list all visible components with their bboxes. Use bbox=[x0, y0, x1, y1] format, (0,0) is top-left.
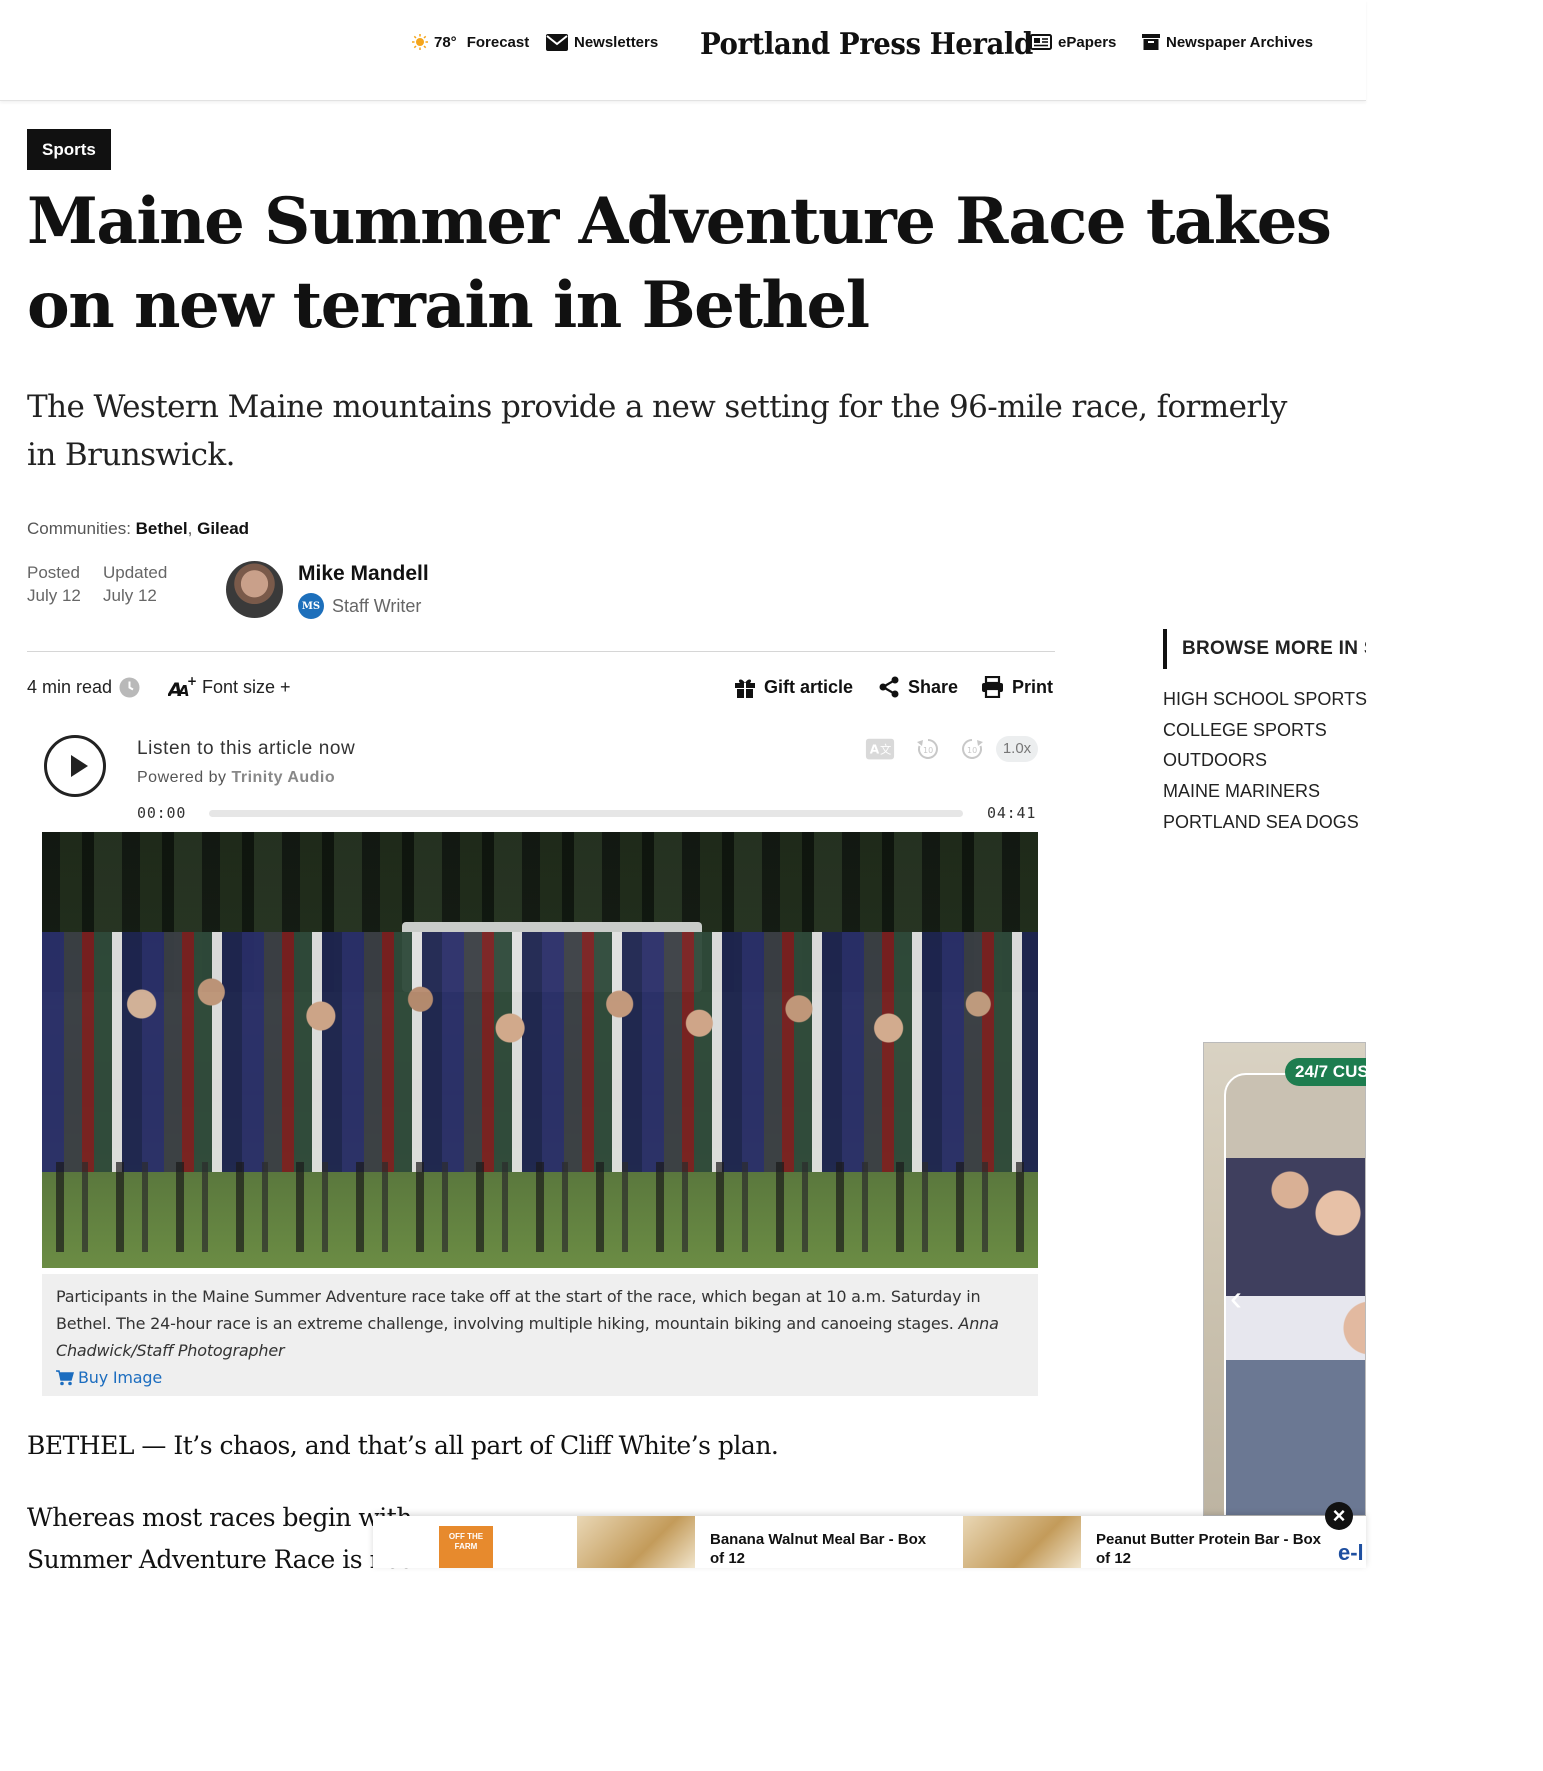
audio-current-time: 00:00 bbox=[137, 804, 187, 822]
newsletters-label: Newsletters bbox=[574, 33, 659, 51]
font-size-icon: A A + bbox=[168, 675, 196, 699]
gift-article-label: Gift article bbox=[764, 676, 854, 697]
author-role-label: Staff Writer bbox=[332, 595, 422, 616]
envelope-icon bbox=[546, 33, 568, 51]
audio-powered-by: Powered by Trinity Audio bbox=[137, 769, 335, 787]
forward-10-icon[interactable]: 10 bbox=[957, 736, 987, 762]
browse-item-outdoors[interactable]: OUTDOORS bbox=[1163, 748, 1367, 779]
translate-icon[interactable]: A文 bbox=[865, 736, 895, 762]
article-dek: The Western Maine mountains provide a ne… bbox=[27, 389, 1287, 473]
gift-article-button[interactable]: Gift article bbox=[734, 674, 853, 700]
community-link-gilead[interactable]: Gilead bbox=[197, 519, 249, 538]
svg-text:+: + bbox=[187, 675, 196, 688]
photo-caption: Participants in the Maine Summer Adventu… bbox=[42, 1274, 1038, 1396]
svg-text:10: 10 bbox=[923, 746, 933, 755]
side-advertisement[interactable] bbox=[1203, 1042, 1366, 1516]
sun-icon bbox=[412, 34, 428, 50]
newsletters-link[interactable]: Newsletters bbox=[546, 30, 658, 54]
bottom-advertisement[interactable]: OFF THE FARM Banana Walnut Meal Bar - Bo… bbox=[373, 1516, 1366, 1568]
buy-image-label: Buy Image bbox=[78, 1368, 162, 1387]
community-link-bethel[interactable]: Bethel bbox=[136, 519, 188, 538]
browse-item-high-school-sports[interactable]: HIGH SCHOOL SPORTS bbox=[1163, 687, 1367, 718]
ad-product-image[interactable] bbox=[577, 1516, 695, 1568]
article-headline: Maine Summer Adventure Race takes on new… bbox=[27, 184, 1332, 343]
clock-icon bbox=[119, 677, 140, 698]
author-name[interactable]: Mike Mandell bbox=[298, 562, 429, 586]
updated-date-block: Updated July 12 bbox=[103, 561, 167, 607]
weather-forecast-link[interactable]: 78° Forecast bbox=[412, 30, 529, 54]
svg-text:10: 10 bbox=[967, 746, 977, 755]
rewind-10-icon[interactable]: 10 bbox=[913, 736, 943, 762]
communities-label: Communities: bbox=[27, 519, 131, 538]
ad-product-image[interactable] bbox=[963, 1516, 1081, 1568]
posted-label: Posted bbox=[27, 563, 80, 582]
posted-date: July 12 bbox=[27, 586, 81, 605]
caption-text: Participants in the Maine Summer Adventu… bbox=[56, 1287, 981, 1333]
read-time-label: 4 min read bbox=[27, 676, 113, 697]
newspaper-archives-link[interactable]: Newspaper Archives bbox=[1142, 30, 1313, 54]
powered-brand[interactable]: Trinity Audio bbox=[231, 769, 335, 786]
print-button[interactable]: Print bbox=[981, 674, 1053, 700]
browse-item-portland-sea-dogs[interactable]: PORTLAND SEA DOGS bbox=[1163, 810, 1367, 841]
author-avatar[interactable] bbox=[226, 561, 283, 618]
audio-listen-label: Listen to this article now bbox=[137, 738, 356, 759]
masthead-logo[interactable]: Portland Press Herald bbox=[700, 22, 1033, 68]
svg-text:A: A bbox=[870, 743, 880, 757]
epapers-label: ePapers bbox=[1058, 33, 1117, 51]
ad-close-icon[interactable]: × bbox=[1325, 1502, 1353, 1530]
ad-product-title[interactable]: Peanut Butter Protein Bar - Box of 12 bbox=[1096, 1530, 1326, 1568]
posted-date-block: Posted July 12 bbox=[27, 561, 81, 607]
audio-play-button[interactable] bbox=[44, 735, 106, 797]
author-role: MS Staff Writer bbox=[298, 593, 421, 619]
audio-duration: 04:41 bbox=[987, 804, 1037, 822]
forecast-label: Forecast bbox=[466, 33, 530, 51]
updated-label: Updated bbox=[103, 563, 168, 582]
article-paragraph: BETHEL — It’s chaos, and that’s all part… bbox=[27, 1431, 779, 1460]
print-label: Print bbox=[1012, 676, 1054, 697]
ad-brand-logo: OFF THE FARM bbox=[439, 1526, 493, 1568]
browse-item-maine-mariners[interactable]: MAINE MARINERS bbox=[1163, 779, 1367, 810]
browse-item-college-sports[interactable]: COLLEGE SPORTS bbox=[1163, 718, 1367, 749]
ad-badge: 24/7 CUSTOMER bbox=[1285, 1058, 1366, 1086]
weather-temp: 78° bbox=[434, 33, 457, 51]
playback-speed-button[interactable]: 1.0x bbox=[996, 736, 1038, 762]
shopping-cart-icon bbox=[56, 1369, 74, 1386]
font-size-label: Font size + bbox=[202, 676, 291, 697]
updated-date: July 12 bbox=[103, 586, 157, 605]
newspaper-icon bbox=[1030, 34, 1052, 50]
lead-photo[interactable] bbox=[42, 832, 1038, 1268]
ad-prev-arrow-icon[interactable]: ‹ bbox=[1230, 1280, 1252, 1316]
ad-product-title[interactable]: Banana Walnut Meal Bar - Box of 12 bbox=[710, 1530, 940, 1568]
epapers-link[interactable]: ePapers bbox=[1030, 30, 1116, 54]
font-size-button[interactable]: A A + Font size + bbox=[168, 674, 291, 700]
staff-badge-icon: MS bbox=[298, 593, 324, 619]
buy-image-link[interactable]: Buy Image bbox=[56, 1364, 1024, 1391]
site-header: 78° Forecast Newsletters Portland Press … bbox=[0, 0, 1366, 101]
browse-more-heading: BROWSE MORE IN SPORTS bbox=[1163, 629, 1366, 669]
share-button[interactable]: Share bbox=[878, 674, 958, 700]
communities-line: Communities: Bethel, Gilead bbox=[27, 519, 250, 538]
gift-icon bbox=[734, 676, 756, 698]
byline-divider bbox=[27, 651, 1055, 652]
section-tag-sports[interactable]: Sports bbox=[27, 129, 111, 170]
printer-icon bbox=[981, 676, 1004, 698]
share-label: Share bbox=[908, 676, 959, 697]
read-time: 4 min read bbox=[27, 674, 140, 700]
powered-prefix: Powered by bbox=[137, 769, 227, 786]
share-icon bbox=[878, 676, 900, 698]
svg-text:文: 文 bbox=[880, 743, 891, 757]
ad-edge-text: e-l bbox=[1338, 1540, 1364, 1565]
archives-label: Newspaper Archives bbox=[1166, 33, 1314, 51]
browse-more-list: HIGH SCHOOL SPORTS COLLEGE SPORTS OUTDOO… bbox=[1163, 687, 1367, 840]
archive-box-icon bbox=[1142, 34, 1160, 50]
audio-progress-track[interactable] bbox=[209, 810, 963, 817]
